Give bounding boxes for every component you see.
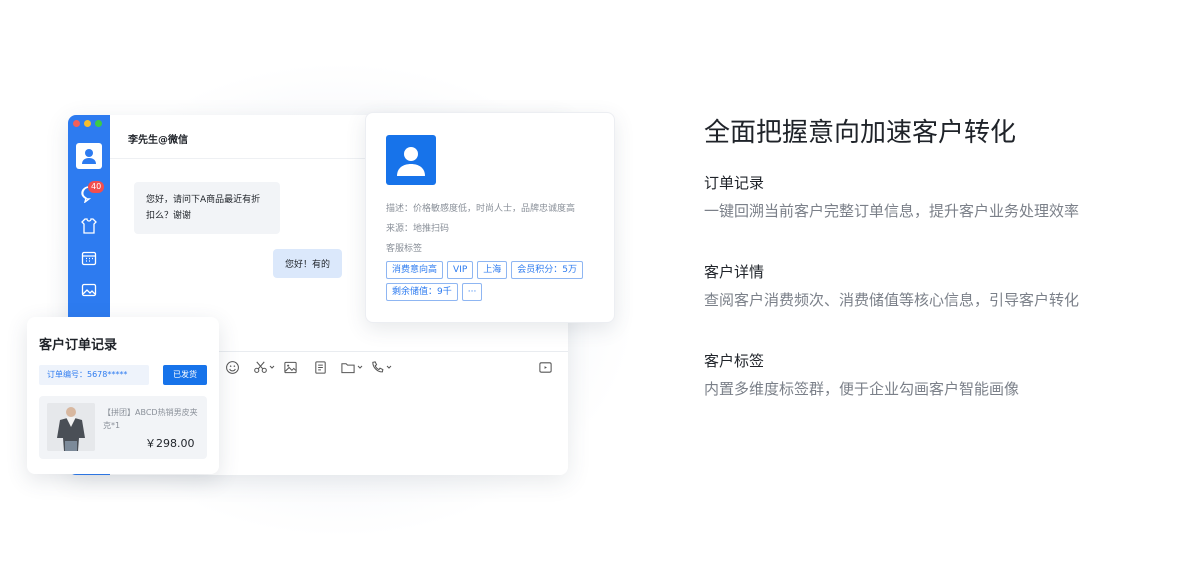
customer-avatar-icon — [386, 135, 436, 185]
folder-icon[interactable] — [340, 359, 363, 375]
window-controls — [73, 120, 102, 127]
customer-tag[interactable]: 上海 — [477, 261, 508, 279]
customer-tags-label: 客服标签 — [386, 244, 423, 254]
section-headline: 全面把握意向加速客户转化 — [704, 118, 1017, 148]
maximize-window-button[interactable] — [95, 120, 102, 127]
more-tags-button[interactable]: ··· — [461, 283, 483, 301]
product-image — [47, 403, 95, 451]
customer-tag-list: 消费意向高 VIP 上海 会员积分：5万 剩余储值：9千 ··· — [386, 261, 606, 301]
feature-title-customer-detail: 客户详情 — [704, 263, 765, 281]
screenshot-scissors-icon[interactable] — [253, 359, 275, 375]
customer-tag[interactable]: 会员积分：5万 — [511, 261, 584, 279]
document-icon[interactable] — [313, 359, 328, 375]
user-avatar-icon[interactable] — [76, 143, 102, 169]
feature-title-order-record: 订单记录 — [704, 174, 765, 192]
feature-desc-order-record: 一键回溯当前客户完整订单信息，提升客户业务处理效率 — [704, 202, 1080, 220]
customer-description: 描述：价格敏感度低，时尚人士，品牌忠诚度高 — [386, 204, 576, 214]
image-icon[interactable] — [80, 281, 98, 299]
feature-title-customer-tags: 客户标签 — [704, 352, 765, 370]
order-card-title: 客户订单记录 — [39, 338, 118, 353]
order-record-card: 客户订单记录 订单编号：5678***** 已发货 【拼团】ABCD热销男皮夹克… — [27, 317, 219, 474]
minimize-window-button[interactable] — [84, 120, 91, 127]
unread-badge: 40 — [88, 181, 105, 193]
feature-desc-customer-detail: 查阅客户消费频次、消费储值等核心信息，引导客户转化 — [704, 291, 1080, 309]
picture-icon[interactable] — [283, 359, 298, 375]
product-price: ￥298.00 — [145, 437, 195, 450]
video-message-icon[interactable] — [538, 359, 553, 375]
shipped-status-button[interactable]: 已发货 — [163, 365, 207, 385]
customer-tag[interactable]: 剩余储值：9千 — [386, 283, 458, 301]
customer-tag[interactable]: VIP — [447, 261, 474, 279]
emoji-icon[interactable] — [225, 359, 240, 375]
customer-detail-card: 描述：价格敏感度低，时尚人士，品牌忠诚度高 来源：地推扫码 客服标签 消费意向高… — [365, 112, 615, 323]
customer-tag[interactable]: 消费意向高 — [386, 261, 444, 279]
chat-contact-name: 李先生@微信 — [128, 135, 188, 146]
phone-icon[interactable] — [370, 359, 392, 375]
feature-showcase: 40 李先生@微信 您好，请问下A商品最近有折扣么？谢谢 您好！有的 描述：价格… — [0, 0, 1200, 587]
incoming-message: 您好，请问下A商品最近有折扣么？谢谢 — [134, 182, 280, 234]
close-window-button[interactable] — [73, 120, 80, 127]
feature-desc-customer-tags: 内置多维度标签群，便于企业勾画客户智能画像 — [704, 380, 1020, 398]
order-number: 订单编号：5678***** — [39, 365, 149, 385]
order-product-item[interactable]: 【拼团】ABCD热销男皮夹克*1 ￥298.00 — [39, 396, 207, 459]
shirt-icon[interactable] — [80, 217, 98, 235]
calendar-icon[interactable] — [80, 249, 98, 267]
customer-source: 来源：地推扫码 — [386, 224, 450, 234]
outgoing-message: 您好！有的 — [273, 249, 343, 278]
product-name: 【拼团】ABCD热销男皮夹克*1 — [103, 408, 198, 430]
